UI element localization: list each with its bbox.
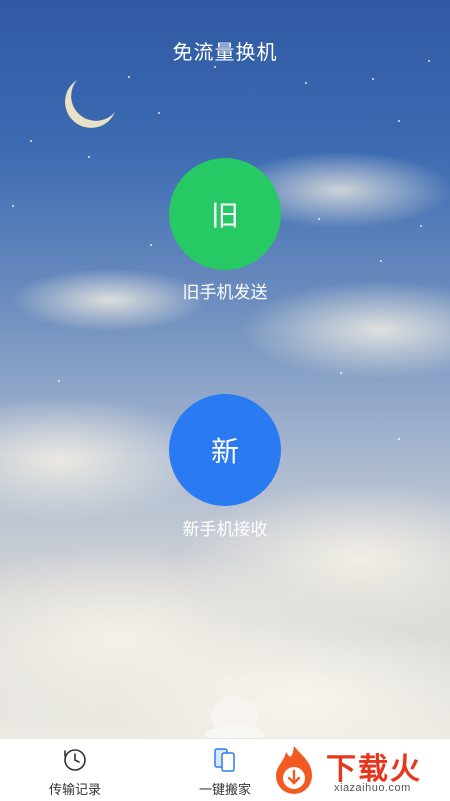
tab-transfer-history[interactable]: 传输记录	[25, 739, 125, 801]
watermark-url: xiazaihuo.com	[334, 782, 411, 794]
tab-one-click-move-label: 一键搬家	[198, 782, 251, 797]
old-phone-caption: 旧手机发送	[182, 283, 268, 302]
moon-icon	[65, 80, 115, 128]
page-title: 免流量换机	[172, 42, 278, 64]
tab-transfer-history-label: 传输记录	[48, 782, 101, 797]
watermark: 下载火 xiazaihuo.com	[266, 742, 450, 800]
tab-one-click-move[interactable]: 一键搬家	[175, 739, 275, 801]
new-phone-receive-button[interactable]: 新	[169, 394, 281, 506]
old-phone-send-button[interactable]: 旧	[169, 158, 281, 270]
old-phone-label: 旧	[210, 200, 239, 231]
rabbit-illustration	[205, 674, 265, 738]
history-clock-icon	[64, 749, 86, 771]
new-phone-caption: 新手机接收	[182, 520, 268, 539]
phone-transfer-icon	[214, 748, 235, 772]
new-phone-label: 新	[210, 436, 239, 467]
flame-logo-icon	[276, 746, 312, 794]
